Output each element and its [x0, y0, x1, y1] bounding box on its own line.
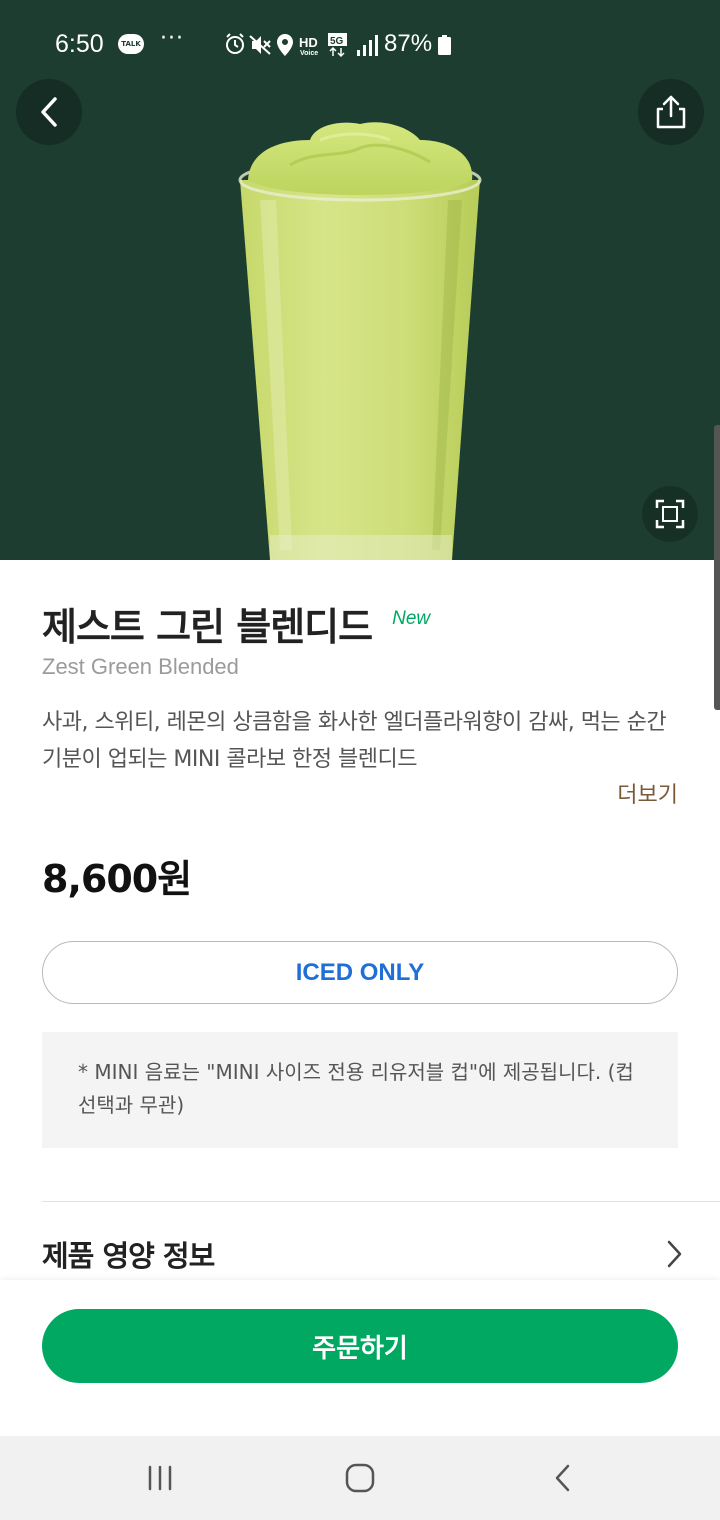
product-description: 사과, 스위티, 레몬의 상큼함을 화사한 엘더플라워향이 감싸, 먹는 순간 …	[42, 710, 667, 772]
product-title-row: 제스트 그린 블렌디드 New	[42, 596, 430, 651]
recent-apps-button[interactable]	[140, 1458, 180, 1498]
back-icon	[555, 1464, 570, 1492]
svg-text:HD: HD	[299, 35, 318, 50]
recent-apps-icon	[148, 1465, 172, 1491]
product-english-name: Zest Green Blended	[42, 654, 239, 679]
order-button[interactable]: 주문하기	[42, 1309, 678, 1383]
mute-icon	[249, 35, 271, 55]
signal-icon	[357, 35, 378, 56]
alarm-icon	[226, 33, 244, 54]
temperature-option: ICED ONLY	[42, 941, 678, 1004]
svg-text:5G: 5G	[330, 36, 344, 47]
chevron-left-icon	[41, 97, 57, 127]
more-notifications-icon: ···	[160, 26, 184, 51]
5g-icon: 5G	[328, 33, 347, 58]
new-badge: New	[392, 608, 431, 629]
drink-image	[238, 122, 482, 560]
expand-button[interactable]	[642, 486, 698, 542]
home-icon	[345, 1463, 375, 1493]
expand-icon	[655, 499, 685, 529]
home-button[interactable]	[340, 1458, 380, 1498]
share-icon	[656, 95, 686, 129]
chevron-right-icon	[667, 1240, 682, 1268]
nutrition-label: 제품 영양 정보	[42, 1239, 215, 1273]
back-button[interactable]	[16, 79, 82, 145]
status-time: 6:50	[55, 30, 104, 58]
nutrition-info-link[interactable]: 제품 영양 정보	[42, 1224, 682, 1284]
kakaotalk-icon: TALK	[118, 34, 144, 54]
battery-percent: 87%	[384, 30, 433, 57]
battery-icon	[438, 35, 451, 55]
status-bar: 6:50 TALK ··· HD Voice 5G 87%	[0, 0, 720, 90]
product-name: 제스트 그린 블렌디드	[42, 605, 373, 649]
product-price: 8,600원	[42, 857, 192, 901]
system-nav-bar	[0, 1436, 720, 1520]
status-icons: HD Voice 5G	[226, 33, 378, 58]
hd-voice-icon: HD Voice	[299, 35, 318, 57]
divider	[42, 1201, 720, 1202]
product-hero: 6:50 TALK ··· HD Voice 5G 87%	[0, 0, 720, 560]
svg-text:Voice: Voice	[300, 50, 318, 57]
system-back-button[interactable]	[543, 1458, 583, 1498]
location-icon	[277, 34, 293, 56]
order-bar: 주문하기	[0, 1280, 720, 1436]
share-button[interactable]	[638, 79, 704, 145]
more-button[interactable]: 더보기	[617, 777, 678, 809]
cup-notice: * MINI 음료는 "MINI 사이즈 전용 리유저블 컵"에 제공됩니다. …	[42, 1032, 678, 1148]
scroll-indicator[interactable]	[714, 425, 720, 710]
